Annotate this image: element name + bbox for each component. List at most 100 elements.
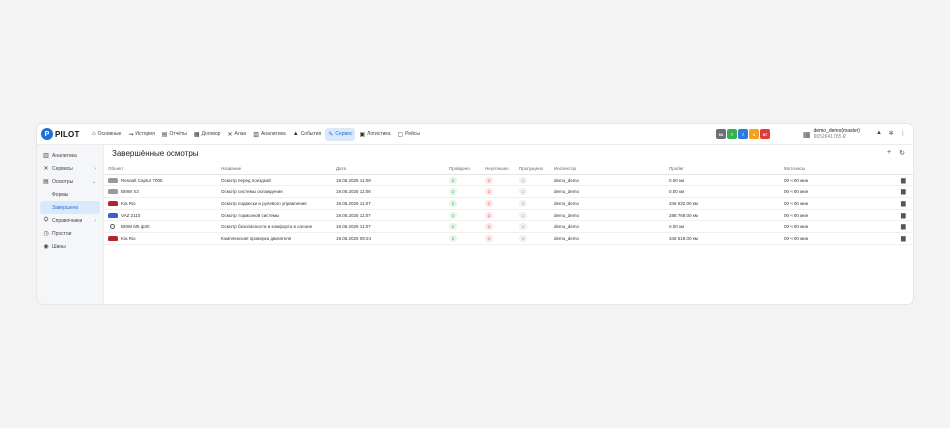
status-badge[interactable]: 4 (749, 129, 759, 139)
status-badge[interactable]: 7 (738, 129, 748, 139)
mileage-cell: 288 769.00 км (669, 212, 698, 218)
sidebar-item-3[interactable]: Формы (37, 188, 103, 201)
sidebar-item-4[interactable]: Завершено (40, 201, 100, 214)
failed-count-badge: 2 (485, 199, 493, 207)
column-header[interactable]: Неуспешно (485, 166, 509, 171)
status-badge[interactable]: 7 (727, 129, 737, 139)
table-row[interactable]: Kia Rio Комплексная проверка двигателя 19.… (104, 233, 913, 245)
trash-icon[interactable]: ▆ (901, 235, 906, 242)
trash-icon[interactable]: ▆ (901, 223, 906, 230)
date-cell: 19.05.2025 11:07 (336, 200, 371, 206)
nav-item-8[interactable]: ▣ Логистика (356, 128, 393, 141)
logo[interactable]: P PILOT (41, 128, 89, 140)
bell-icon: ▲ (292, 131, 299, 137)
object-cell: Kia Rio (108, 235, 136, 241)
object-cell: Renault Captur 7005 (108, 177, 163, 183)
trash-icon[interactable]: ▆ (901, 188, 906, 195)
column-header[interactable]: Объект (108, 166, 123, 171)
trash-icon[interactable]: ▆ (901, 177, 906, 184)
logo-text: PILOT (55, 129, 80, 139)
gear-icon[interactable]: ✲ (885, 130, 897, 137)
chevron-icon[interactable]: ⌄ (92, 179, 96, 185)
nav-item-9[interactable]: ▢ Рейсы (394, 128, 422, 141)
table-row[interactable]: BMW X3 Осмотр системы охлаждения 19.05.202… (104, 186, 913, 199)
main-nav: ⌂ Основные ⇝ История ▤ Отчёты ▦ Договор ✕ Алан ▥ Ан… (89, 127, 424, 141)
object-cell: Kia Rio (108, 200, 136, 206)
contract-icon: ▦ (193, 131, 200, 138)
vehicle-icon (108, 212, 118, 218)
column-header[interactable]: Моточасы (784, 166, 805, 171)
nav-item-5[interactable]: ▥ Аналитика (250, 128, 288, 141)
table-row[interactable]: BMW M5 ф30 Осмотр безопасности и комфорта… (104, 221, 913, 234)
sidebar-item-5[interactable]: ⛭ Справочники › (37, 214, 103, 227)
name-cell: Осмотр подвески и рулевого управления (221, 200, 307, 206)
truck-icon: ▣ (359, 131, 366, 138)
inspections-table: Объект Название Дата Пройдено Неуспешно Пропу… (104, 163, 913, 245)
table-row[interactable]: Kia Rio Осмотр подвески и рулевого управл… (104, 198, 913, 210)
page-title: Завершённые осмотры (112, 149, 199, 158)
mileage-cell: 346 532.00 км (669, 200, 698, 206)
hours-cell: 00 ч 00 мин (784, 224, 809, 230)
inspector-cell: demo_demo (554, 177, 580, 183)
nav-item-0[interactable]: ⌂ Основные (89, 128, 124, 141)
sidebar-item-6[interactable]: ◷ Простои (37, 227, 103, 240)
column-header[interactable]: Дата (336, 166, 346, 171)
sidebar-item-label: Аналитика (52, 152, 77, 159)
sidebar-item-1[interactable]: ✕ Сервисы › (37, 162, 103, 175)
user-menu[interactable]: ▦ demo_demo(master) 9652641785 ₽ (803, 128, 860, 140)
sidebar-item-2[interactable]: ▤ Осмотры ⌄ (37, 175, 103, 188)
bell-icon[interactable]: ▲ (873, 130, 885, 137)
hours-cell: 00 ч 00 мин (784, 200, 809, 206)
failed-count-badge: 1 (485, 234, 493, 242)
object-name: Kia Rio (121, 235, 136, 241)
hours-cell: 00 ч 00 мин (784, 212, 809, 218)
sidebar: ▥ Аналитика ✕ Сервисы › ▤ Осмотры ⌄ Формы Заверше… (37, 145, 104, 304)
column-header[interactable]: Пропущено (519, 166, 543, 171)
sidebar-item-label: Завершено (52, 204, 79, 211)
passed-count-badge: 2 (449, 223, 457, 231)
skipped-count-badge: 1 (519, 234, 527, 242)
status-badge[interactable]: 6h (716, 129, 726, 139)
object-name: VAZ 2110 (121, 212, 141, 218)
nav-item-label: История (135, 131, 155, 137)
document-icon: ▤ (161, 131, 168, 138)
name-cell: Осмотр системы охлаждения (221, 189, 283, 195)
trash-icon[interactable]: ▆ (901, 200, 906, 207)
name-cell: Комплексная проверка двигателя (221, 235, 292, 241)
nav-item-2[interactable]: ▤ Отчёты (159, 128, 190, 141)
nav-item-6[interactable]: ▲ События (290, 128, 325, 141)
nav-item-4[interactable]: ✕ Алан (224, 128, 249, 141)
user-avatar-icon: ▦ (803, 129, 811, 139)
object-name: BMW X3 (121, 189, 139, 195)
sidebar-item-7[interactable]: ◉ Шины (37, 240, 103, 253)
more-vertical-icon[interactable]: ⋮ (897, 130, 909, 137)
table-row[interactable]: VAZ 2110 Осмотр тормозной системы 19.05.20… (104, 210, 913, 222)
column-header[interactable]: Инспектор (554, 166, 576, 171)
date-cell: 19.05.2025 11:08 (336, 189, 371, 195)
refresh-icon[interactable]: ↻ (899, 149, 905, 157)
add-icon[interactable]: + (887, 149, 891, 157)
trash-icon[interactable]: ▆ (901, 212, 906, 219)
nav-item-label: Рейсы (405, 131, 420, 137)
app-window: P PILOT ⌂ Основные ⇝ История ▤ Отчёты ▦ Договор… (37, 124, 913, 304)
mileage-cell: 0.00 км (669, 224, 685, 230)
nav-item-label: Договор (201, 131, 221, 137)
chevron-icon[interactable]: › (94, 218, 96, 224)
nav-item-1[interactable]: ⇝ История (125, 128, 157, 141)
nav-item-label: Аналитика (260, 131, 286, 137)
column-header[interactable]: Пройдено (449, 166, 470, 171)
table-row[interactable]: Renault Captur 7005 Осмотр перед поездкой… (104, 175, 913, 187)
chevron-icon[interactable]: › (94, 166, 96, 172)
mileage-cell: 0.00 км (669, 177, 685, 183)
object-name: Renault Captur 7005 (121, 177, 163, 183)
nav-item-3[interactable]: ▦ Договор (191, 128, 224, 141)
passed-count-badge: 2 (449, 234, 457, 242)
passed-count-badge: 2 (449, 176, 457, 184)
status-badge[interactable]: 87 (760, 129, 770, 139)
nav-item-7[interactable]: ✎ Сервис (325, 127, 356, 141)
skipped-count-badge: 1 (519, 176, 527, 184)
column-header[interactable]: Название (221, 166, 241, 171)
column-header[interactable]: Пробег (669, 166, 684, 171)
sidebar-item-0[interactable]: ▥ Аналитика (37, 149, 103, 162)
name-cell: Осмотр перед поездкой (221, 177, 271, 183)
